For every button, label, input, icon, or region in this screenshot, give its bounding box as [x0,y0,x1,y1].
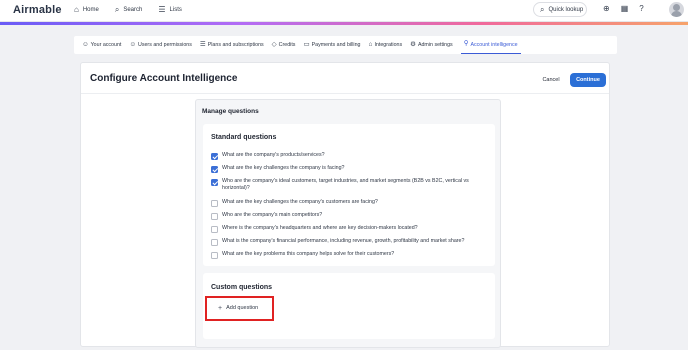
cancel-button[interactable]: Cancel [537,73,565,87]
avatar[interactable] [669,2,684,17]
tab-users-permissions[interactable]: ☺ Users and permissions [129,36,192,54]
quick-lookup-label: Quick lookup [548,6,584,13]
gear-icon: ⚙ [410,40,416,48]
tab-admin-settings[interactable]: ⚙ Admin settings [410,36,453,54]
home-icon: ⌂ [74,5,79,14]
question-text: Where is the company's headquarters and … [222,225,418,231]
tab-label: Admin settings [417,42,453,48]
search-icon: ⌕ [540,4,545,14]
custom-questions-section: Custom questions + Add question [203,273,495,339]
checkbox[interactable] [211,238,218,246]
list-icon: ☰ [158,5,166,14]
top-bar: Airmable ⌂ Home ⌕ Search ☰ Lists ⌕ Quick… [0,0,688,22]
add-question-label: Add question [226,305,259,311]
question-text: What is the company's financial performa… [222,238,465,244]
download-icon[interactable]: ⊕ [603,4,610,13]
tab-label: Payments and billing [311,42,361,48]
configure-panel: Configure Account Intelligence Cancel Co… [80,62,610,348]
nav-search[interactable]: ⌕ Search [115,6,143,14]
checkbox[interactable] [211,225,218,233]
user-icon: ☺ [82,40,89,48]
tab-payments-billing[interactable]: ▭ Payments and billing [303,36,360,54]
question-text: What are the key challenges the company'… [222,199,378,205]
question-item[interactable]: What are the key challenges the company'… [211,199,486,207]
checkbox[interactable] [211,178,218,186]
question-item[interactable]: Who are the company's ideal customers, t… [211,178,486,192]
nav-lists[interactable]: ☰ Lists [158,6,182,14]
question-item[interactable]: Where is the company's headquarters and … [211,225,486,233]
add-question-button[interactable]: + Add question [213,300,269,316]
puzzle-icon: ⌂ [368,40,373,48]
checkbox[interactable] [211,212,218,220]
tab-label: Integrations [374,42,403,48]
building-icon: ⚲ [463,40,469,48]
question-text: Who are the company's ideal customers, t… [222,178,469,191]
tab-credits[interactable]: ◇ Credits [272,36,296,54]
tag-icon: ◇ [271,40,277,48]
plus-icon: + [218,304,223,312]
top-right-icons: ⊕ ▦ ? [603,4,644,13]
settings-tabs: ☺ Your account ☺ Users and permissions ☰… [74,36,617,54]
checkbox[interactable] [211,165,218,173]
question-text: What are the key problems this company h… [222,251,395,257]
tab-your-account[interactable]: ☺ Your account [82,36,121,54]
tab-label: Users and permissions [138,42,192,48]
question-item[interactable]: What are the key challenges the company … [211,165,486,173]
top-nav: ⌂ Home ⌕ Search ☰ Lists [74,0,182,20]
standard-questions-section: Standard questions What are the company'… [203,124,495,266]
divider [81,93,609,94]
tab-label: Account intelligence [470,41,518,48]
nav-home-label: Home [82,7,99,13]
list-icon: ☰ [199,40,206,48]
question-item[interactable]: What are the company's products/services… [211,152,486,160]
tab-plans-subscriptions[interactable]: ☰ Plans and subscriptions [200,36,264,54]
custom-questions-title: Custom questions [211,284,273,291]
tab-integrations[interactable]: ⌂ Integrations [369,36,403,54]
question-item[interactable]: Who are the company's main competitors? [211,212,486,220]
checkbox[interactable] [211,152,218,160]
manage-questions-title: Manage questions [202,108,259,115]
tab-account-intelligence[interactable]: ⚲ Account intelligence [460,36,521,54]
question-text: Who are the company's main competitors? [222,212,323,218]
nav-search-label: Search [123,7,143,13]
question-item[interactable]: What are the key problems this company h… [211,251,486,259]
quick-lookup-button[interactable]: ⌕ Quick lookup [533,2,587,17]
credit-card-icon: ▭ [303,40,310,48]
standard-questions-title: Standard questions [211,134,277,141]
nav-home[interactable]: ⌂ Home [74,6,99,14]
tab-label: Plans and subscriptions [207,42,264,48]
brand-gradient-bar [0,22,688,25]
page-title: Configure Account Intelligence [90,73,238,84]
continue-button[interactable]: Continue [570,73,606,87]
search-icon: ⌕ [114,5,120,14]
help-icon[interactable]: ? [639,4,643,13]
checkbox[interactable] [211,199,218,207]
users-icon: ☺ [129,40,137,48]
manage-questions-card: Manage questions Standard questions What… [195,99,501,348]
checkbox[interactable] [211,251,218,259]
tab-label: Credits [278,42,296,48]
nav-lists-label: Lists [169,7,182,13]
question-text: What are the company's products/services… [222,152,325,158]
app-logo[interactable]: Airmable [13,4,62,16]
question-item[interactable]: What is the company's financial performa… [211,238,486,246]
tab-label: Your account [90,42,122,48]
question-text: What are the key challenges the company … [222,165,345,171]
calendar-icon[interactable]: ▦ [621,4,629,13]
